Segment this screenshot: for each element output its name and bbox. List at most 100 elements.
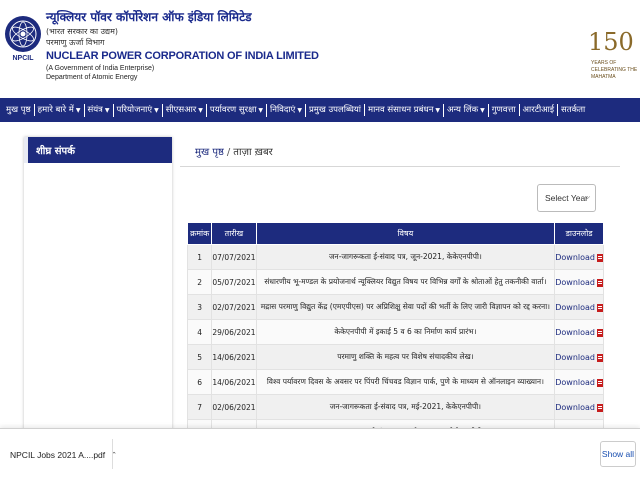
header-serial: क्रमांक <box>186 222 213 245</box>
row-subject: जन-जागरूकता ई-संवाद पत्र, मई-2021, केकेए… <box>255 394 556 420</box>
row-download-cell: Download <box>554 244 604 270</box>
nav-item-8[interactable]: मानव संसाधन प्रबंधन ▼ <box>365 103 445 117</box>
org-subtitle-hindi-1: (भारत सरकार का उद्यम) <box>46 27 118 36</box>
table-row: 4 29/06/2021 केकेएनपीपी में इकाई 5 व 6 का … <box>186 319 604 345</box>
row-serial: 7 <box>186 394 213 420</box>
org-subtitle-english-2: Department of Atomic Energy <box>46 74 138 81</box>
org-name-english: NUCLEAR POWER CORPORATION OF INDIA LIMIT… <box>46 50 319 62</box>
row-subject: संधारणीय भू-मण्डल के प्रयोजनार्थ न्यूक्ल… <box>255 269 556 295</box>
anniversary-number: 150 <box>588 28 634 56</box>
row-subject: मद्रास परमाणु विद्युत केंद्र (एमएपीएस) प… <box>255 294 556 320</box>
row-download-cell: Download <box>554 344 604 370</box>
table-row: 5 14/06/2021 परमाणु शक्ति के महत्व पर विशे… <box>186 344 604 370</box>
table-row: 7 02/06/2021 जन-जागरूकता ई-संवाद पत्र, मई-… <box>186 394 604 420</box>
row-download-cell: Download <box>554 269 604 295</box>
npcil-logo[interactable]: NPCIL <box>3 8 43 68</box>
chevron-down-icon: ⌵ <box>584 194 590 201</box>
org-subtitle-hindi-2: परमाणु ऊर्जा विभाग <box>46 38 105 47</box>
download-link[interactable]: Download <box>556 303 595 312</box>
pdf-icon[interactable] <box>596 253 603 262</box>
quick-contact-panel: शीघ्र संपर्क <box>24 137 172 431</box>
pdf-icon[interactable] <box>596 353 603 362</box>
news-table: क्रमांक तारीख विषय डाउनलोड 1 07/07/2021 जन… <box>186 222 604 445</box>
quick-contact-title: शीघ्र संपर्क <box>24 137 172 163</box>
table-row: 3 02/07/2021 मद्रास परमाणु विद्युत केंद्र … <box>186 294 604 320</box>
anniversary-text: YEARS OF CELEBRATING THE MAHATMA <box>591 60 638 80</box>
download-shelf: NPCIL Jobs 2021 A....pdf ⌃ <box>0 428 640 480</box>
row-download-cell: Download <box>554 369 604 395</box>
nav-item-7[interactable]: प्रमुख उपलब्धियां <box>306 104 365 116</box>
row-date: 05/07/2021 <box>211 269 257 295</box>
row-subject: केकेएनपीपी में इकाई 5 व 6 का निर्माण कार… <box>255 319 556 345</box>
nav-item-4[interactable]: सीएसआर ▼ <box>163 103 207 117</box>
caret-down-icon: ▼ <box>435 106 441 114</box>
gandhi-150-logo: 150 YEARS OF CELEBRATING THE MAHATMA <box>588 28 640 90</box>
nav-item-label: हमारे बारे में <box>37 104 74 115</box>
nav-item-3[interactable]: परियोजनाएं ▼ <box>114 103 163 117</box>
row-date: 07/07/2021 <box>211 244 257 270</box>
downloaded-file-item[interactable]: NPCIL Jobs 2021 A....pdf ⌃ <box>2 442 117 468</box>
row-serial: 5 <box>186 344 213 370</box>
caret-down-icon: ▼ <box>480 106 485 114</box>
pdf-icon[interactable] <box>596 328 603 337</box>
row-download-cell: Download <box>554 294 604 320</box>
row-download-cell: Download <box>554 394 604 420</box>
show-all-button[interactable]: Show all <box>600 441 636 467</box>
breadcrumb-current: ताज़ा ख़बर <box>233 147 273 158</box>
org-name-hindi: न्यूक्लियर पॉवर कॉर्पोरेशन ऑफ इंडिया लिम… <box>46 10 252 24</box>
download-link[interactable]: Download <box>556 328 595 337</box>
year-select-value: Select Year <box>545 193 589 203</box>
row-date: 02/07/2021 <box>211 294 257 320</box>
nav-item-label: प्रमुख उपलब्धियां <box>308 105 361 115</box>
caret-down-icon: ▼ <box>258 106 264 114</box>
row-serial: 6 <box>186 369 213 395</box>
caret-down-icon: ▼ <box>154 106 159 114</box>
download-link[interactable]: Download <box>556 403 595 412</box>
nav-item-6[interactable]: निविदाएं ▼ <box>267 103 306 117</box>
nav-item-5[interactable]: पर्यावरण सुरक्षा ▼ <box>207 103 268 117</box>
caret-down-icon: ▼ <box>104 106 110 114</box>
row-subject: विश्व पर्यावरण दिवस के अवसर पर पिंपरी चि… <box>255 369 556 395</box>
caret-down-icon: ▼ <box>75 106 81 114</box>
caret-down-icon: ▼ <box>198 106 203 114</box>
nav-item-0[interactable]: मुख पृष्ठ <box>3 104 35 116</box>
breadcrumb-home-link[interactable]: मुख पृष्ठ <box>195 147 224 158</box>
year-select[interactable]: Select Year ⌵ <box>537 184 596 212</box>
pdf-icon[interactable] <box>596 378 603 387</box>
row-serial: 3 <box>186 294 213 320</box>
pdf-icon[interactable] <box>596 278 603 287</box>
nav-item-label: आरटीआई <box>522 105 555 115</box>
nav-item-label: सीएसआर <box>165 104 197 115</box>
nav-item-label: परियोजनाएं <box>116 104 153 115</box>
nav-item-label: मुख पृष्ठ <box>6 105 31 115</box>
page: NPCIL न्यूक्लियर पॉवर कॉर्पोरेशन ऑफ इंडि… <box>0 0 640 480</box>
row-serial: 2 <box>186 269 213 295</box>
download-link[interactable]: Download <box>556 278 595 287</box>
nav-item-label: सतर्कता <box>561 105 586 115</box>
table-row: 2 05/07/2021 संधारणीय भू-मण्डल के प्रयोजना… <box>186 269 604 295</box>
download-link[interactable]: Download <box>556 353 595 362</box>
site-header: NPCIL न्यूक्लियर पॉवर कॉर्पोरेशन ऑफ इंडि… <box>0 0 640 98</box>
table-row: 6 14/06/2021 विश्व पर्यावरण दिवस के अवसर प… <box>186 369 604 395</box>
logo-text: NPCIL <box>13 55 35 62</box>
pdf-icon[interactable] <box>596 303 603 312</box>
breadcrumb-separator: / <box>226 147 231 158</box>
header-date: तारीख <box>211 222 257 245</box>
nav-item-2[interactable]: संयंत्र ▼ <box>85 103 114 117</box>
nav-item-10[interactable]: गुणवत्ता <box>489 104 520 116</box>
download-link[interactable]: Download <box>556 253 595 262</box>
nav-item-11[interactable]: आरटीआई <box>520 104 559 116</box>
nav-item-9[interactable]: अन्य लिंक ▼ <box>444 103 489 117</box>
download-link[interactable]: Download <box>556 378 595 387</box>
nav-item-label: मानव संसाधन प्रबंधन <box>368 104 434 115</box>
nav-item-1[interactable]: हमारे बारे में ▼ <box>35 103 85 117</box>
row-date: 14/06/2021 <box>211 344 257 370</box>
table-header-row: क्रमांक तारीख विषय डाउनलोड <box>186 222 604 245</box>
nav-item-12[interactable]: सतर्कता <box>558 104 588 116</box>
nav-item-label: निविदाएं <box>270 104 296 115</box>
pdf-icon[interactable] <box>596 403 603 412</box>
downloaded-file-name: NPCIL Jobs 2021 A....pdf <box>10 450 106 460</box>
main-nav: मुख पृष्ठ हमारे बारे में ▼ संयंत्र ▼ परियोजना… <box>0 98 640 122</box>
header-subject: विषय <box>255 222 556 245</box>
breadcrumb: मुख पृष्ठ / ताज़ा ख़बर <box>195 144 273 158</box>
